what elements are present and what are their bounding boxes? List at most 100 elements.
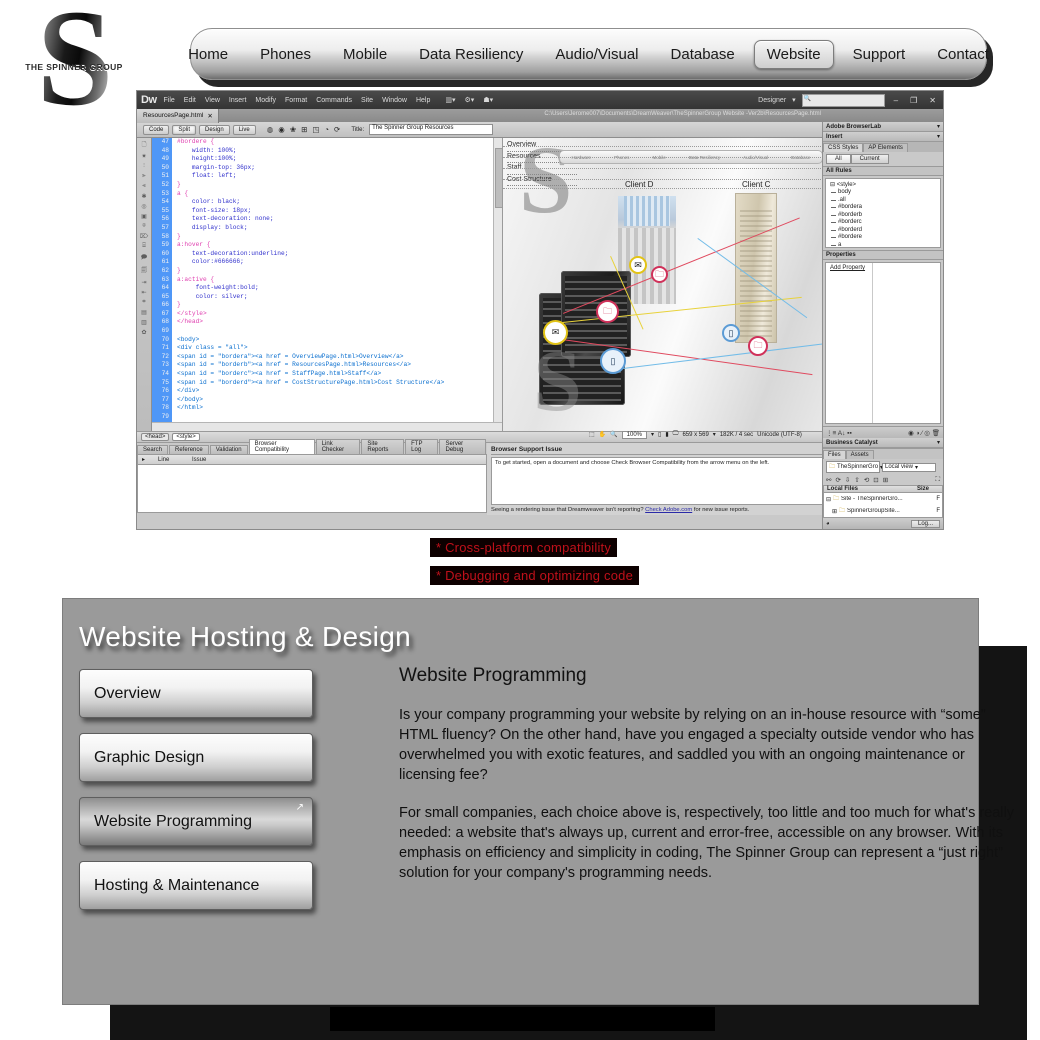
file-row[interactable]: ⊟ 🗀 Site - TheSpinnerGro... F xyxy=(824,493,942,505)
sidebar-item-website-programming[interactable]: Website Programming ↗ xyxy=(79,797,313,846)
panel-insert[interactable]: Insert ▾ xyxy=(823,132,943,142)
site-logo[interactable]: S THE SPINNER GROUP xyxy=(12,0,132,134)
rule-item[interactable]: #bordere xyxy=(828,234,938,242)
dw-menu-commands[interactable]: Commands xyxy=(316,97,352,104)
debug-browser-icon[interactable]: ▤ xyxy=(141,309,147,316)
tab-ap-elements[interactable]: AP Elements xyxy=(863,143,908,152)
indent-code-icon[interactable]: ⇥ xyxy=(141,279,146,286)
new-css-rule-icon[interactable]: ◎ xyxy=(924,430,930,437)
rule-item[interactable]: #bordera xyxy=(828,204,938,212)
css-properties-grid[interactable]: Add Property xyxy=(825,262,941,424)
browser-navigation-icon[interactable]: ▥ xyxy=(141,319,147,326)
restore-icon[interactable]: ❐ xyxy=(907,96,920,105)
live-code-icon[interactable]: ◍ xyxy=(267,125,274,134)
select-parent-tag-icon[interactable]: ⫷ xyxy=(142,183,145,190)
tab-files[interactable]: Files xyxy=(823,450,846,459)
nav-item-mobile[interactable]: Mobile xyxy=(330,41,400,68)
results-arrow-menu-icon[interactable]: ▸ xyxy=(138,456,154,463)
nav-item-data-resiliency[interactable]: Data Resiliency xyxy=(406,41,536,68)
results-tab-search[interactable]: Search xyxy=(137,445,169,454)
dw-menu-site[interactable]: Site xyxy=(361,97,373,104)
log-button[interactable]: Log... xyxy=(910,519,940,528)
results-tab-site-reports[interactable]: Site Reports xyxy=(361,439,405,454)
layout-icon[interactable]: ▥▾ xyxy=(445,96,455,104)
scrollbar-thumb[interactable] xyxy=(495,148,502,208)
preview-browser-icon[interactable]: ⊞ xyxy=(301,125,307,134)
recent-snippets-icon[interactable]: 🗩 xyxy=(141,253,148,263)
workspace-chevron-icon[interactable]: ▾ xyxy=(792,96,796,104)
rule-item[interactable]: #borderb xyxy=(828,212,938,220)
rule-item[interactable]: #borderc xyxy=(828,219,938,227)
open-documents-icon[interactable]: 🗋 xyxy=(142,140,147,150)
sidebar-item-hosting-maintenance[interactable]: Hosting & Maintenance xyxy=(79,861,313,910)
dw-menu-insert[interactable]: Insert xyxy=(229,97,247,104)
attach-stylesheet-icon[interactable]: ⁄ xyxy=(921,430,922,437)
dw-menu-format[interactable]: Format xyxy=(285,97,307,104)
sidebar-item-graphic-design[interactable]: Graphic Design xyxy=(79,733,313,782)
rule-item[interactable]: .all xyxy=(828,197,938,205)
format-source-icon[interactable]: ⌗ xyxy=(142,299,145,306)
collapse-selection-icon[interactable]: ⫶ xyxy=(143,163,145,170)
dw-menu-window[interactable]: Window xyxy=(382,97,407,104)
zoom-level-select[interactable]: 100% xyxy=(621,430,647,439)
results-tab-validation[interactable]: Validation xyxy=(209,445,248,454)
file-row[interactable]: ⊞ 🗀 SpinnerGroupSite... F xyxy=(824,505,942,517)
nav-item-database[interactable]: Database xyxy=(658,41,748,68)
results-tab-ftp-log[interactable]: FTP Log xyxy=(405,439,439,454)
tab-css-styles[interactable]: CSS Styles xyxy=(823,143,864,152)
rule-item[interactable]: a xyxy=(828,242,938,247)
refresh-icon[interactable]: ⟳ xyxy=(835,476,840,484)
panel-menu-icon[interactable]: ▾ xyxy=(937,133,940,140)
css-inspect-icon[interactable]: ◑ xyxy=(916,430,920,437)
tablet-size-icon[interactable]: ▮ xyxy=(665,431,668,438)
desktop-size-icon[interactable]: 🖵 xyxy=(673,431,679,438)
panel-menu-icon[interactable]: ▾ xyxy=(937,123,940,130)
view-button-design[interactable]: Design xyxy=(199,124,230,135)
line-numbers-icon[interactable]: ◎ xyxy=(141,203,146,210)
extend-gear-icon[interactable]: ⚙▾ xyxy=(465,96,475,104)
expand-icon[interactable]: ⊟ xyxy=(826,496,831,503)
dw-tab-close-icon[interactable]: ✕ xyxy=(207,112,212,120)
file-management-icon[interactable]: ✷ xyxy=(141,153,146,160)
inspect-icon[interactable]: ◉ xyxy=(278,125,285,134)
tab-assets[interactable]: Assets xyxy=(845,450,874,459)
panel-menu-icon[interactable]: ▾ xyxy=(937,439,940,446)
document-title-input[interactable]: The Spinner Group Resources xyxy=(369,124,494,135)
select-tool-icon[interactable]: ⬚ xyxy=(589,431,595,438)
get-files-icon[interactable]: ⇩ xyxy=(845,476,850,484)
apply-comment-icon[interactable]: ⍟ xyxy=(142,223,146,230)
synchronize-icon[interactable]: ⊞ xyxy=(883,476,888,484)
panel-business-catalyst[interactable]: Business Catalyst ▾ xyxy=(823,438,943,448)
wrap-tag-icon[interactable]: ⌸ xyxy=(142,243,146,250)
check-adobe-link[interactable]: Check Adobe.com xyxy=(645,507,692,513)
move-css-rules-icon[interactable]: 🗐 xyxy=(141,266,147,276)
results-tab-browser-compatibility[interactable]: Browser Compatibility xyxy=(248,439,315,454)
rule-item[interactable]: #borderd xyxy=(828,227,938,235)
minimize-icon[interactable]: – xyxy=(891,96,901,105)
category-view-icon[interactable]: ⋮≡ xyxy=(826,430,836,437)
view-button-live[interactable]: Live xyxy=(232,124,256,135)
dw-menu-view[interactable]: View xyxy=(205,97,220,104)
zoom-chevron-icon[interactable]: ▾ xyxy=(651,431,654,438)
nav-item-website[interactable]: Website xyxy=(753,39,834,69)
view-select[interactable]: Local view ▾ xyxy=(882,462,936,472)
media-query-icon[interactable]: ◉ xyxy=(908,430,914,437)
highlight-invalid-icon[interactable]: ▣ xyxy=(141,213,147,220)
remove-comment-icon[interactable]: ⌦ xyxy=(140,233,148,240)
site-person-icon[interactable]: ☗▾ xyxy=(483,96,493,104)
expand-panel-icon[interactable]: ⛶ xyxy=(935,476,940,484)
segment-current[interactable]: Current xyxy=(850,154,889,164)
results-list[interactable] xyxy=(137,465,487,513)
nav-item-contact[interactable]: Contact xyxy=(924,41,1002,68)
rule-item[interactable]: body xyxy=(828,189,938,197)
delete-rule-icon[interactable]: 🗑 xyxy=(932,430,940,437)
dw-document-tab[interactable]: ResourcesPage.html ✕ xyxy=(137,108,219,123)
nav-item-home[interactable]: Home xyxy=(175,41,241,68)
outdent-code-icon[interactable]: ⇤ xyxy=(141,289,146,296)
zoom-tool-icon[interactable]: 🔍 xyxy=(610,431,617,438)
set-properties-icon[interactable]: ▪▪ xyxy=(847,430,852,437)
nav-item-phones[interactable]: Phones xyxy=(247,41,324,68)
code-vertical-scrollbar[interactable] xyxy=(493,138,502,431)
site-select[interactable]: 🗀TheSpinnerGro▾ xyxy=(826,461,883,473)
check-out-icon[interactable]: ⟲ xyxy=(864,476,869,484)
